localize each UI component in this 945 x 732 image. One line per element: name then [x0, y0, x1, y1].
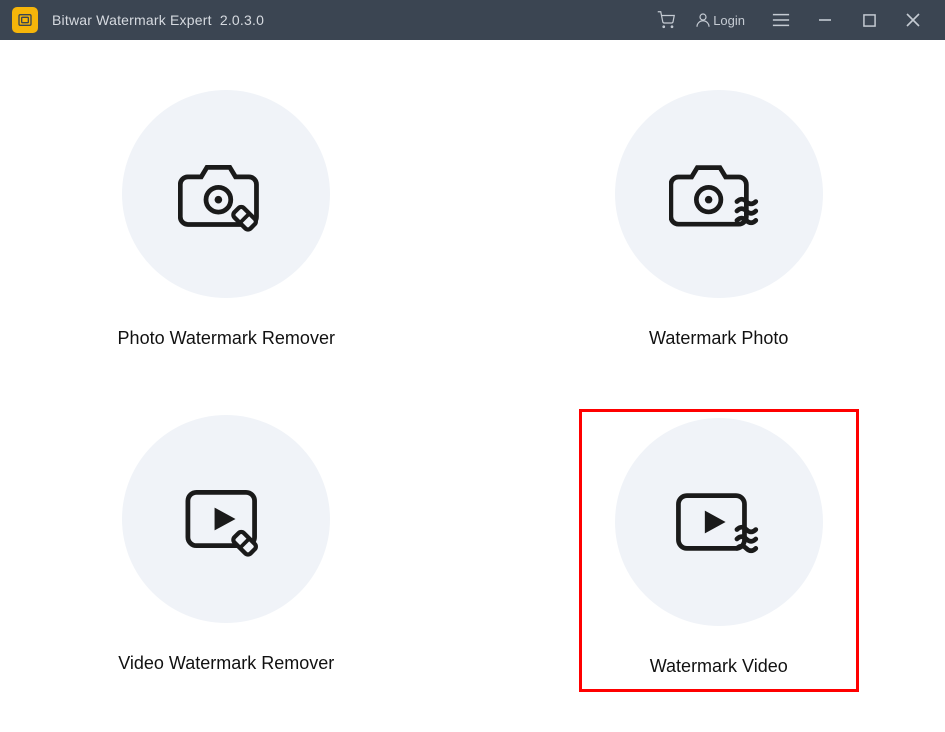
menu-button[interactable] [759, 0, 803, 40]
maximize-button[interactable] [847, 0, 891, 40]
camera-eraser-icon [178, 154, 274, 234]
minimize-button[interactable] [803, 0, 847, 40]
app-version: 2.0.3.0 [220, 12, 264, 28]
app-logo-icon [12, 7, 38, 33]
minimize-icon [818, 13, 832, 27]
watermark-video-card[interactable]: Watermark Video [579, 409, 859, 692]
menu-icon [772, 13, 790, 27]
titlebar: Bitwar Watermark Expert 2.0.3.0 Login [0, 0, 945, 40]
close-button[interactable] [891, 0, 935, 40]
watermark-photo-card[interactable]: Watermark Photo [579, 84, 859, 361]
watermark-video-label: Watermark Video [650, 656, 788, 677]
photo-watermark-remover-circle [122, 90, 330, 298]
watermark-video-circle [615, 418, 823, 626]
titlebar-actions: Login [644, 0, 935, 40]
user-icon [694, 11, 712, 29]
video-wave-icon [669, 482, 769, 562]
login-button[interactable]: Login [688, 0, 759, 40]
video-watermark-remover-label: Video Watermark Remover [118, 653, 334, 674]
video-watermark-remover-circle [122, 415, 330, 623]
login-label: Login [713, 13, 745, 28]
cart-button[interactable] [644, 0, 688, 40]
watermark-photo-label: Watermark Photo [649, 328, 788, 349]
main-content: Photo Watermark Remover Watermark Photo [0, 40, 945, 732]
video-eraser-icon [178, 479, 274, 559]
app-name: Bitwar Watermark Expert [52, 12, 212, 28]
maximize-icon [863, 14, 876, 27]
photo-watermark-remover-label: Photo Watermark Remover [118, 328, 335, 349]
video-watermark-remover-card[interactable]: Video Watermark Remover [86, 409, 366, 692]
camera-wave-icon [669, 154, 769, 234]
watermark-photo-circle [615, 90, 823, 298]
photo-watermark-remover-card[interactable]: Photo Watermark Remover [86, 84, 366, 361]
close-icon [906, 13, 920, 27]
app-title: Bitwar Watermark Expert 2.0.3.0 [52, 12, 644, 28]
